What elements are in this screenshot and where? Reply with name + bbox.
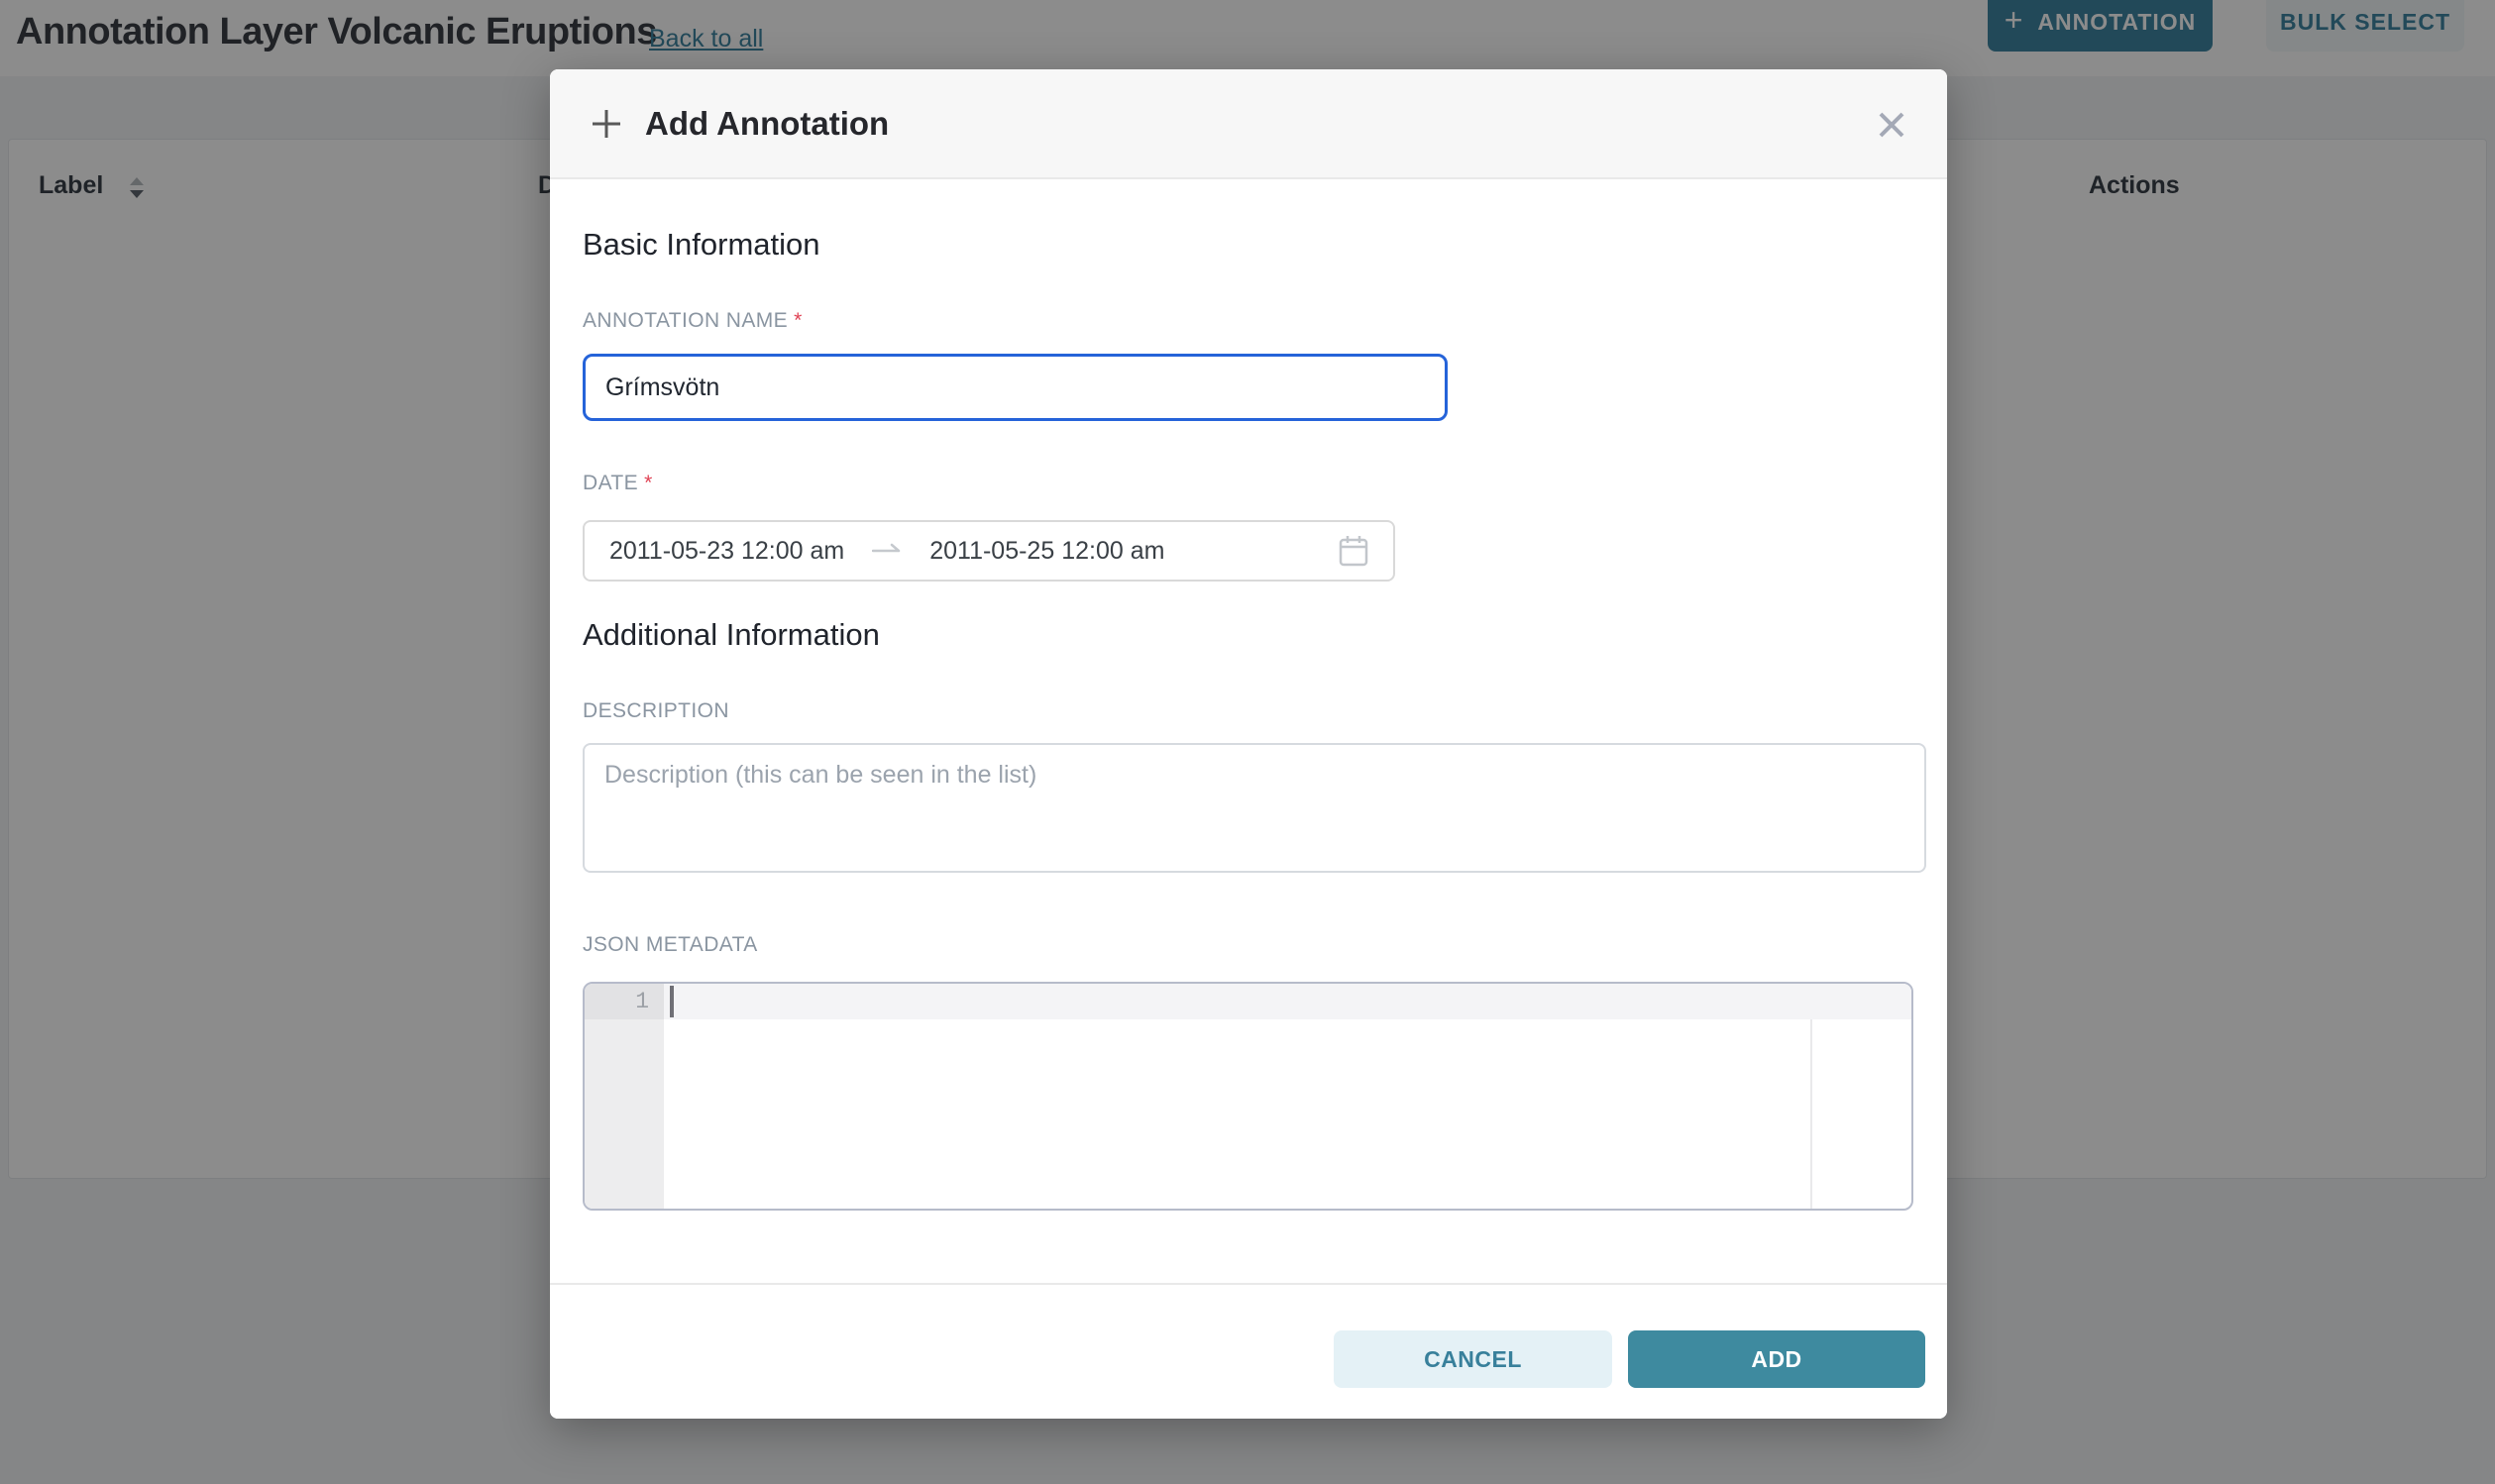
date-end-value[interactable]: 2011-05-25 12:00 am: [929, 537, 1164, 566]
modal-footer: CANCEL ADD: [550, 1283, 1947, 1419]
editor-line-number: 1: [585, 984, 664, 1019]
close-button[interactable]: [1872, 105, 1911, 145]
json-metadata-editor[interactable]: 1: [583, 982, 1913, 1211]
editor-cursor: [670, 986, 674, 1017]
date-range-picker[interactable]: 2011-05-23 12:00 am 2011-05-25 12:00 am: [583, 520, 1395, 582]
description-label: DESCRIPTION: [583, 699, 729, 723]
required-asterisk: *: [644, 472, 653, 494]
date-label-text: DATE: [583, 472, 638, 494]
description-textarea[interactable]: [583, 743, 1926, 873]
modal-title: Add Annotation: [645, 105, 889, 143]
plus-icon: [590, 107, 623, 141]
annotation-name-label: ANNOTATION NAME *: [583, 309, 803, 333]
add-annotation-modal: Add Annotation Basic Information ANNOTAT…: [550, 69, 1947, 1419]
add-button[interactable]: ADD: [1628, 1330, 1925, 1388]
date-label: DATE *: [583, 472, 653, 495]
cancel-button[interactable]: CANCEL: [1334, 1330, 1612, 1388]
calendar-icon: [1339, 535, 1368, 567]
date-start-value[interactable]: 2011-05-23 12:00 am: [609, 537, 844, 566]
editor-active-line: [664, 984, 1911, 1019]
modal-header: Add Annotation: [550, 69, 1947, 179]
arrow-right-icon: [872, 543, 902, 559]
editor-print-margin: [1810, 1019, 1812, 1209]
annotation-name-label-text: ANNOTATION NAME: [583, 309, 788, 332]
section-heading-additional: Additional Information: [583, 616, 880, 655]
close-icon: [1876, 109, 1907, 141]
editor-gutter: 1: [585, 984, 664, 1209]
required-asterisk: *: [794, 309, 803, 332]
section-heading-basic: Basic Information: [583, 226, 820, 265]
json-metadata-label: JSON METADATA: [583, 933, 758, 957]
annotation-name-input[interactable]: [583, 354, 1448, 421]
annotation-layer-page: Annotation Layer Volcanic Eruptions Back…: [0, 0, 2495, 1484]
